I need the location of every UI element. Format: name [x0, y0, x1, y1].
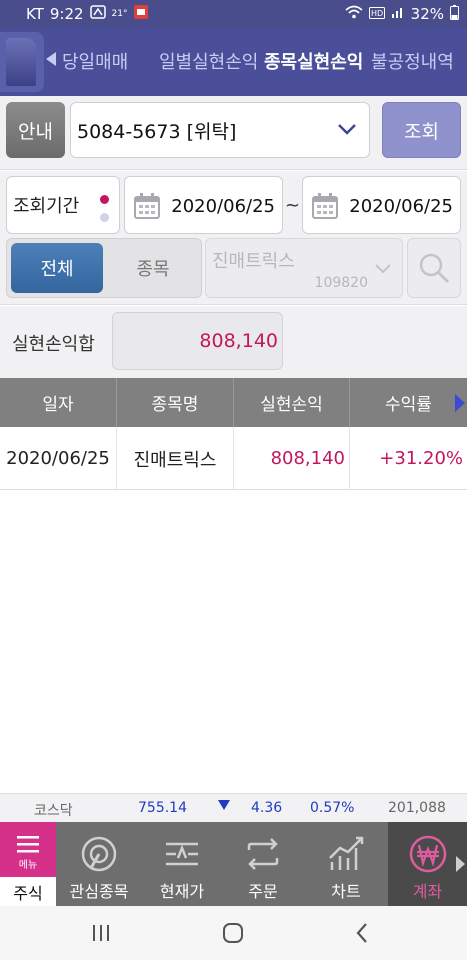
chevron-down-icon [338, 124, 356, 135]
home-icon[interactable] [220, 920, 246, 946]
side-menu-handle[interactable] [0, 32, 44, 92]
period-filter-row: 조회기간 2020/06/25 ~ 2020/06/25 전체 종목 진매트릭스… [0, 171, 467, 305]
summary-row: 실현손익합 808,140 [0, 306, 467, 378]
stock-search-button[interactable] [407, 238, 461, 298]
column-return-rate: 수익률 [385, 395, 432, 415]
nav-chart-label: 차트 [331, 882, 361, 901]
cell-realized-profit: 808,140 [234, 427, 350, 490]
scope-toggle: 전체 종목 [6, 238, 202, 298]
scroll-right-icon[interactable] [455, 394, 465, 412]
scope-stock-button[interactable]: 종목 [107, 243, 199, 293]
account-query-row: 안내 5084-5673 [위탁] 조회 [0, 96, 467, 170]
calendar-icon [312, 193, 338, 219]
menu-scroll-right-icon[interactable] [456, 856, 465, 872]
wifi-icon [345, 5, 363, 23]
watchlist-icon [77, 832, 121, 876]
order-icon [241, 832, 285, 876]
date-separator: ~ [285, 195, 301, 216]
clock: 9:22 [49, 5, 84, 23]
tab-stock-realized[interactable]: 종목실현손익 [264, 48, 363, 74]
signal-icon [391, 5, 405, 23]
cell-return-rate: +31.20% [379, 448, 463, 469]
period-indicator-inactive [100, 213, 109, 222]
app-notification-icon [89, 5, 106, 23]
stock-category-label[interactable]: 주식 [0, 877, 56, 906]
nav-watchlist-label: 관심종목 [69, 882, 129, 901]
nav-chart[interactable]: 차트 [304, 822, 388, 906]
table-header: 일자 종목명 실현손익 수익률 [0, 378, 467, 427]
status-bar: KT 9:22 21° HD 32% [0, 0, 467, 28]
temperature: 21° [111, 9, 128, 19]
summary-label: 실현손익합 [12, 334, 95, 355]
tab-scroll-left-icon[interactable] [46, 52, 56, 66]
period-selector[interactable]: 조회기간 [6, 176, 120, 234]
column-date: 일자 [0, 378, 117, 427]
bottom-menu: 메뉴 주식 관심종목 현재가 주문 차트 계좌 [0, 822, 467, 906]
column-realized-profit: 실현손익 [234, 378, 350, 427]
svg-text:HD: HD [371, 9, 383, 18]
end-date-field[interactable]: 2020/06/25 [302, 176, 461, 234]
menu-label: 메뉴 [18, 860, 38, 871]
account-select[interactable]: 5084-5673 [위탁] [70, 102, 370, 158]
nav-order-label: 주문 [248, 882, 278, 901]
column-stock-name: 종목명 [117, 378, 234, 427]
ticker-market-name: 코스닥 [34, 803, 73, 819]
nav-account-label: 계좌 [412, 882, 443, 901]
period-label: 조회기간 [13, 196, 80, 217]
start-date-field[interactable]: 2020/06/25 [124, 176, 283, 234]
period-indicator-active [100, 195, 109, 204]
nav-current-price[interactable]: 현재가 [142, 822, 222, 906]
search-icon [419, 253, 450, 284]
tab-daily-realized[interactable]: 일별실현손익 [159, 48, 258, 74]
battery-icon [450, 4, 459, 24]
account-value: 5084-5673 [위탁] [77, 120, 237, 143]
menu-button[interactable]: 메뉴 주식 [0, 822, 56, 906]
nav-order[interactable]: 주문 [222, 822, 304, 906]
won-icon [406, 832, 450, 876]
nav-current-price-label: 현재가 [159, 882, 205, 901]
system-nav-bar [0, 906, 467, 960]
stock-select[interactable]: 진매트릭스 109820 [205, 238, 403, 298]
nav-watchlist[interactable]: 관심종목 [56, 822, 142, 906]
hd-voice-icon: HD [368, 5, 385, 23]
recent-apps-icon[interactable] [88, 920, 114, 946]
chevron-down-icon [375, 264, 391, 274]
back-icon[interactable] [350, 920, 376, 946]
red-app-icon [133, 4, 149, 24]
tab-daily-trades[interactable]: 당일매매 [62, 48, 128, 74]
ticker-change: 4.36 [251, 800, 283, 816]
table-row[interactable]: 2020/06/25 진매트릭스 808,140 +31.20% [0, 427, 467, 490]
cell-date: 2020/06/25 [0, 427, 117, 490]
market-ticker[interactable]: 코스닥 755.14 4.36 0.57% 201,088 [0, 793, 467, 822]
carrier-label: KT [26, 5, 44, 23]
ticker-index: 755.14 [138, 800, 187, 816]
battery-percent: 32% [410, 5, 444, 23]
search-button[interactable]: 조회 [382, 102, 461, 158]
scope-all-button[interactable]: 전체 [11, 243, 103, 293]
stock-name: 진매트릭스 [212, 251, 295, 272]
cell-stock-name: 진매트릭스 [117, 427, 234, 490]
ticker-volume: 201,088 [388, 800, 446, 816]
summary-value: 808,140 [112, 312, 283, 370]
calendar-icon [134, 193, 160, 219]
tab-bar: 당일매매 일별실현손익 종목실현손익 불공정내역 [0, 28, 467, 96]
down-triangle-icon [218, 799, 230, 815]
chart-icon [324, 832, 368, 876]
guide-button[interactable]: 안내 [6, 102, 65, 158]
current-price-icon [160, 832, 204, 876]
stock-code: 109820 [314, 275, 368, 291]
ticker-percent: 0.57% [310, 800, 355, 816]
tab-unfair-history[interactable]: 불공정내역 [371, 48, 454, 74]
start-date-value: 2020/06/25 [171, 196, 275, 217]
end-date-value: 2020/06/25 [349, 196, 453, 217]
